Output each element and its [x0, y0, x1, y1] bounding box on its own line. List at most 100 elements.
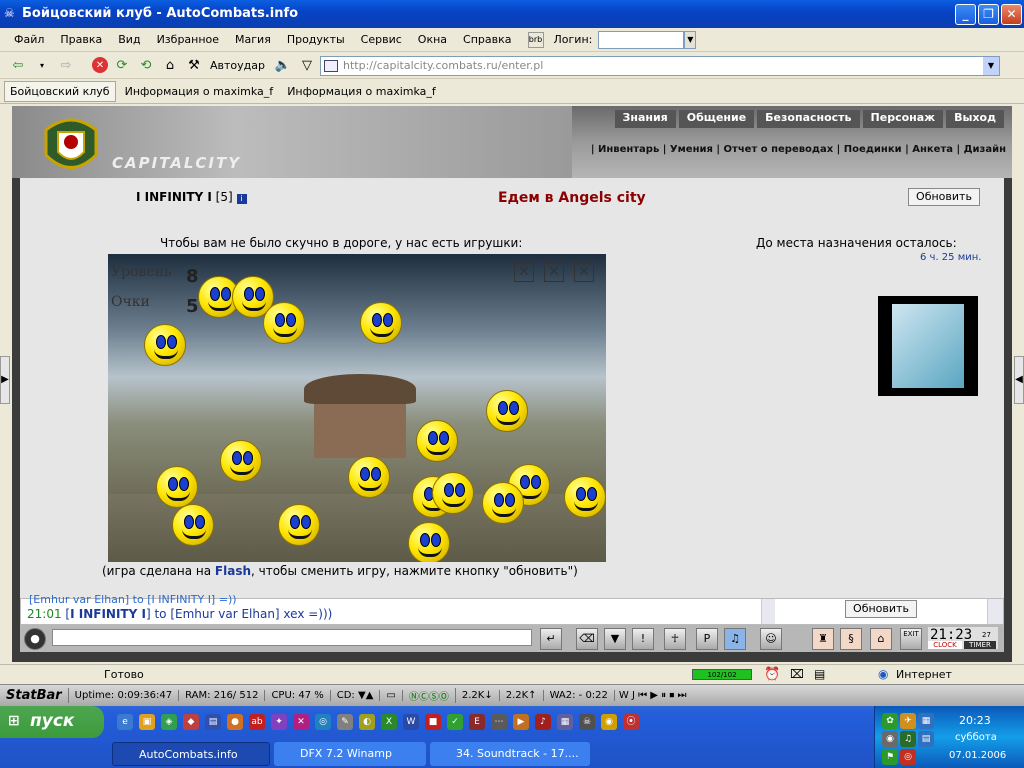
tray-icon[interactable]: ◎ — [900, 749, 916, 765]
left-side-arrow[interactable]: ▶ — [0, 356, 10, 404]
task-autocombats[interactable]: AutoCombats.info — [112, 742, 270, 766]
app-icon[interactable]: ✎ — [337, 714, 353, 730]
close-box-icon[interactable]: ✕ — [574, 262, 594, 282]
folder-icon[interactable]: ▣ — [139, 714, 155, 730]
menu-item-2[interactable]: Вид — [110, 33, 148, 46]
home-icon[interactable]: ⌂ — [160, 55, 180, 75]
tray-icon[interactable]: ▤ — [918, 731, 934, 747]
app-icon[interactable]: ▶ — [513, 714, 529, 730]
task-soundtrack[interactable]: 34. Soundtrack - 17.... — [430, 742, 590, 766]
chat-sender[interactable]: I INFINITY I — [70, 607, 146, 621]
tray-clock-time[interactable]: 20:23 — [959, 714, 991, 727]
refresh-button[interactable]: Обновить — [908, 188, 980, 206]
tray-icons[interactable]: ✿ ✈ ▦ ◉ ♫ ▤ ⚑ ◎ — [881, 712, 941, 766]
brb-icon[interactable]: brb — [527, 31, 544, 48]
link-info-1[interactable]: Информация о maximka_f — [120, 82, 279, 101]
nav-znaniya[interactable]: Знания — [614, 110, 676, 128]
media-controls[interactable]: W J ⏮ ▶ ⏸ ⏹ ⏭ — [615, 690, 687, 701]
flash-link[interactable]: Flash — [215, 564, 251, 578]
tray-icon[interactable]: ✿ — [882, 713, 898, 729]
menu-item-4[interactable]: Магия — [227, 33, 279, 46]
ie-icon[interactable]: e — [117, 714, 133, 730]
music-icon[interactable]: ♫ — [724, 628, 746, 650]
smiley-target[interactable] — [263, 302, 305, 344]
back-icon[interactable]: ⇦ — [8, 55, 28, 75]
menu-item-6[interactable]: Сервис — [353, 33, 410, 46]
close-box-icon[interactable]: ✕ — [544, 262, 564, 282]
smiley-target[interactable] — [156, 466, 198, 508]
start-button[interactable]: ⊞ пуск — [0, 706, 104, 738]
home-icon[interactable]: ⌂ — [870, 628, 892, 650]
smiley-target[interactable] — [278, 504, 320, 546]
tray-icon[interactable]: ◉ — [882, 731, 898, 747]
bag-icon[interactable]: ♜ — [812, 628, 834, 650]
tools-icon[interactable]: ⚒ — [184, 55, 204, 75]
app-icon[interactable]: ✕ — [293, 714, 309, 730]
app-icon[interactable]: ☠ — [579, 714, 595, 730]
close-box-icon[interactable]: ✕ — [514, 262, 534, 282]
smiley-target[interactable] — [360, 302, 402, 344]
emoticon-icon[interactable]: ☺ — [760, 628, 782, 650]
chat-input[interactable] — [52, 629, 532, 646]
close-button[interactable]: ✕ — [1001, 4, 1022, 25]
smiley-target[interactable] — [172, 504, 214, 546]
app-icon[interactable]: ✓ — [447, 714, 463, 730]
tray-icon[interactable]: ♫ — [900, 731, 916, 747]
task-winamp[interactable]: DFX 7.2 Winamp — [274, 742, 426, 766]
menu-item-0[interactable]: Файл — [6, 33, 52, 46]
exit-icon[interactable]: EXIT — [900, 628, 922, 650]
refresh-all-icon[interactable]: ⟲ — [136, 55, 156, 75]
send-icon[interactable]: ↵ — [540, 628, 562, 650]
fighter-icon[interactable]: ☥ — [664, 628, 686, 650]
app-icon[interactable]: ✦ — [271, 714, 287, 730]
forward-icon[interactable]: ⇨ — [56, 55, 76, 75]
menu-item-8[interactable]: Справка — [455, 33, 519, 46]
tray-icon[interactable]: ⚑ — [882, 749, 898, 765]
alarm-icon[interactable]: ⏰ — [764, 667, 780, 682]
tray-icon[interactable]: ✈ — [900, 713, 916, 729]
app-icon[interactable]: ◉ — [601, 714, 617, 730]
sub-nav[interactable]: | Инвентарь | Умения | Отчет о переводах… — [591, 144, 1006, 155]
login-input[interactable] — [598, 30, 685, 49]
private-icon[interactable]: P — [696, 628, 718, 650]
filter-icon[interactable]: ▼ — [604, 628, 626, 650]
nav-bezopasnost[interactable]: Безопасность — [757, 110, 860, 128]
autoudar-button[interactable]: Автоудар — [210, 59, 265, 72]
smiley-target[interactable] — [482, 482, 524, 524]
app-icon[interactable]: ◐ — [359, 714, 375, 730]
word-icon[interactable]: W — [403, 714, 419, 730]
smiley-target[interactable] — [348, 456, 390, 498]
smiley-target[interactable] — [220, 440, 262, 482]
back-dropdown-icon[interactable]: ▾ — [32, 55, 52, 75]
app-icon[interactable]: ◆ — [183, 714, 199, 730]
app-icon[interactable]: E — [469, 714, 485, 730]
app-icon[interactable]: ⋯ — [491, 714, 507, 730]
nav-personazh[interactable]: Персонаж — [862, 110, 944, 128]
login-dropdown-button[interactable]: ▼ — [684, 30, 697, 49]
smiley-target[interactable] — [486, 390, 528, 432]
chat-refresh-button[interactable]: Обновить — [845, 600, 917, 618]
app-icon[interactable]: ● — [227, 714, 243, 730]
smiley-target[interactable] — [564, 476, 606, 518]
sound-icon[interactable]: 🔈 — [273, 55, 293, 75]
menu-item-5[interactable]: Продукты — [279, 33, 353, 46]
timer-button[interactable]: TIMER — [964, 641, 996, 649]
filter-icon[interactable]: ▽ — [297, 55, 317, 75]
stop-icon[interactable]: ✕ — [92, 57, 108, 73]
clock-button[interactable]: CLOCK — [928, 641, 962, 649]
link-club[interactable]: Бойцовский клуб — [4, 81, 116, 102]
app-icon[interactable]: ■ — [425, 714, 441, 730]
nav-vykhod[interactable]: Выход — [946, 110, 1004, 128]
cd-eject-icon[interactable]: ▼▲ — [358, 690, 373, 701]
smiley-target[interactable] — [432, 472, 474, 514]
address-dropdown-button[interactable]: ▼ — [983, 57, 999, 75]
smiley-target[interactable] — [144, 324, 186, 366]
right-side-arrow[interactable]: ◀ — [1014, 356, 1024, 404]
chat-scrollbar-right[interactable] — [987, 599, 1003, 624]
app-icon[interactable]: ◎ — [315, 714, 331, 730]
eraser-icon[interactable]: ⌫ — [576, 628, 598, 650]
app-icon[interactable]: ♪ — [535, 714, 551, 730]
player-name[interactable]: I INFINITY I — [136, 190, 212, 204]
minimize-button[interactable]: _ — [955, 4, 976, 25]
maximize-button[interactable]: ❐ — [978, 4, 999, 25]
